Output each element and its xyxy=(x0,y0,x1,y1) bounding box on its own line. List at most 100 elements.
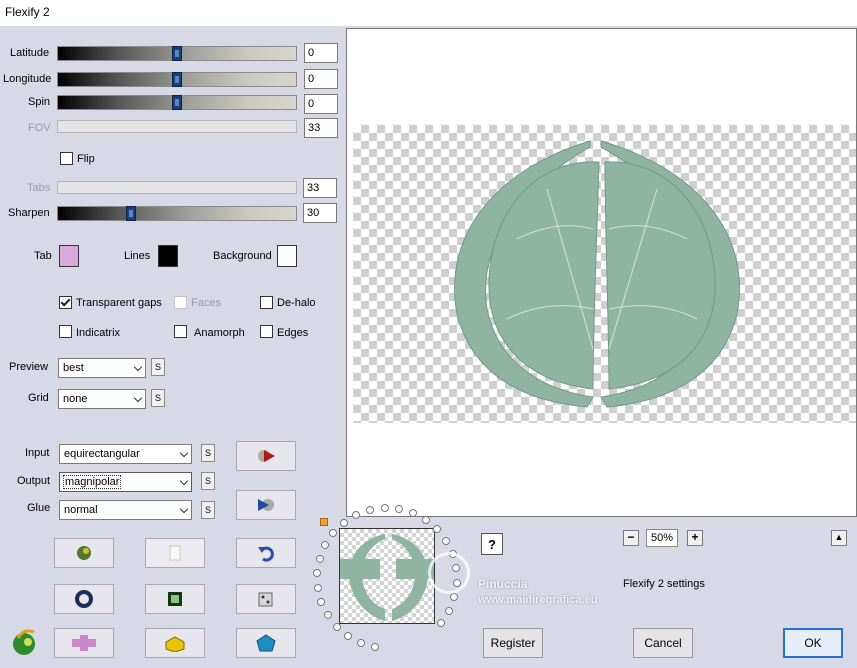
latitude-label: Latitude xyxy=(10,47,50,59)
dial-dot xyxy=(444,606,453,615)
play-backward-button[interactable] xyxy=(236,490,296,520)
preview-s-button[interactable]: S xyxy=(151,358,165,376)
background-color-label: Background xyxy=(213,250,272,262)
spin-slider[interactable] xyxy=(57,95,297,110)
cross-button[interactable] xyxy=(54,628,114,658)
sharpen-label: Sharpen xyxy=(8,207,50,219)
thumbnail-image xyxy=(340,534,434,621)
polyhedron-button[interactable] xyxy=(236,628,296,658)
lines-color-label: Lines xyxy=(124,250,151,262)
zoom-out-button[interactable]: − xyxy=(623,530,639,546)
transparent-gaps-label: Transparent gaps xyxy=(76,297,162,309)
tabs-slider xyxy=(57,181,297,194)
checkmark-icon xyxy=(60,296,71,307)
cube-button[interactable] xyxy=(145,628,205,658)
faces-label: Faces xyxy=(191,297,221,309)
dice-button[interactable] xyxy=(236,584,296,614)
edges-label: Edges xyxy=(277,327,309,339)
sharpen-input[interactable]: 30 xyxy=(303,203,337,223)
randomize-button[interactable] xyxy=(54,538,114,568)
logo-icon xyxy=(13,629,35,655)
glue-select[interactable]: normal xyxy=(59,500,192,520)
grid-label: Grid xyxy=(28,392,49,404)
spin-input[interactable]: 0 xyxy=(304,94,338,114)
sharpen-slider[interactable] xyxy=(57,206,297,221)
grid-select[interactable]: none xyxy=(58,389,146,409)
undo-button[interactable] xyxy=(236,538,296,568)
longitude-slider-thumb[interactable] xyxy=(172,72,182,87)
dial-dot xyxy=(356,638,365,647)
window-title: Flexify 2 xyxy=(5,5,50,19)
anamorph-label: Anamorph xyxy=(194,327,245,339)
frame-icon xyxy=(168,592,182,606)
latitude-slider[interactable] xyxy=(57,46,297,61)
tabs-label: Tabs xyxy=(27,182,51,194)
input-select-value: equirectangular xyxy=(64,448,140,460)
zoom-level[interactable]: 50% xyxy=(646,529,678,547)
flip-checkbox[interactable] xyxy=(60,152,73,165)
latitude-input[interactable]: 0 xyxy=(304,43,338,63)
latitude-slider-thumb[interactable] xyxy=(172,46,182,61)
dial-dot xyxy=(323,611,332,620)
glue-select-value: normal xyxy=(64,504,98,516)
dial-dot xyxy=(380,504,389,513)
zoom-in-button[interactable]: + xyxy=(687,530,703,546)
dial-marker[interactable] xyxy=(320,518,328,526)
chevron-down-icon xyxy=(133,362,143,372)
longitude-slider[interactable] xyxy=(57,72,297,87)
help-button[interactable]: ? xyxy=(481,533,503,555)
copy-button xyxy=(145,538,205,568)
flip-label: Flip xyxy=(77,153,95,165)
dial-dot xyxy=(313,583,322,592)
grid-s-button[interactable]: S xyxy=(151,389,165,407)
chevron-down-icon xyxy=(179,476,189,486)
input-s-button[interactable]: S xyxy=(201,444,215,462)
input-label: Input xyxy=(25,447,50,459)
glue-s-button[interactable]: S xyxy=(201,501,215,519)
play-forward-button[interactable] xyxy=(236,441,296,471)
fov-input: 33 xyxy=(304,118,338,138)
anamorph-checkbox[interactable] xyxy=(174,325,187,338)
de-halo-label: De-halo xyxy=(277,297,316,309)
dial-dot xyxy=(370,642,379,651)
edges-checkbox[interactable] xyxy=(260,325,273,338)
register-button[interactable]: Register xyxy=(483,628,543,658)
output-select[interactable]: magnipolar xyxy=(59,472,192,492)
tabs-input: 33 xyxy=(303,178,337,198)
navigator-thumbnail[interactable] xyxy=(339,528,435,624)
chevron-down-icon xyxy=(179,448,189,458)
ring-button[interactable] xyxy=(54,584,114,614)
indicatrix-label: Indicatrix xyxy=(76,327,121,339)
de-halo-checkbox[interactable] xyxy=(260,296,273,309)
frame-button[interactable] xyxy=(145,584,205,614)
longitude-input[interactable]: 0 xyxy=(304,69,338,89)
tab-color-swatch[interactable] xyxy=(59,245,79,267)
preview-label: Preview xyxy=(9,361,49,373)
output-s-button[interactable]: S xyxy=(201,472,215,490)
input-select[interactable]: equirectangular xyxy=(59,444,192,464)
longitude-label: Longitude xyxy=(3,73,52,85)
ok-button[interactable]: OK xyxy=(783,628,843,658)
settings-label: Flexify 2 settings xyxy=(623,578,705,590)
play-forward-icon xyxy=(258,450,275,462)
transparent-gaps-checkbox[interactable] xyxy=(59,296,72,309)
collapse-button[interactable]: ▲ xyxy=(831,530,847,546)
preview-select-value: best xyxy=(63,362,84,374)
tab-color-label: Tab xyxy=(34,250,52,262)
output-select-value: magnipolar xyxy=(62,475,122,489)
preview-canvas[interactable] xyxy=(346,28,857,517)
preview-select[interactable]: best xyxy=(58,358,146,378)
globe-icon xyxy=(77,546,91,560)
chevron-down-icon xyxy=(133,393,143,403)
preview-image xyxy=(454,140,740,408)
fov-slider xyxy=(57,120,297,133)
background-color-swatch[interactable] xyxy=(277,245,297,267)
lines-color-swatch[interactable] xyxy=(158,245,178,267)
cancel-button[interactable]: Cancel xyxy=(633,628,693,658)
title-bar: Flexify 2 xyxy=(0,0,857,26)
sharpen-slider-thumb[interactable] xyxy=(126,206,136,221)
chevron-down-icon xyxy=(179,504,189,514)
dial-dot xyxy=(339,518,348,527)
indicatrix-checkbox[interactable] xyxy=(59,325,72,338)
spin-slider-thumb[interactable] xyxy=(172,95,182,110)
